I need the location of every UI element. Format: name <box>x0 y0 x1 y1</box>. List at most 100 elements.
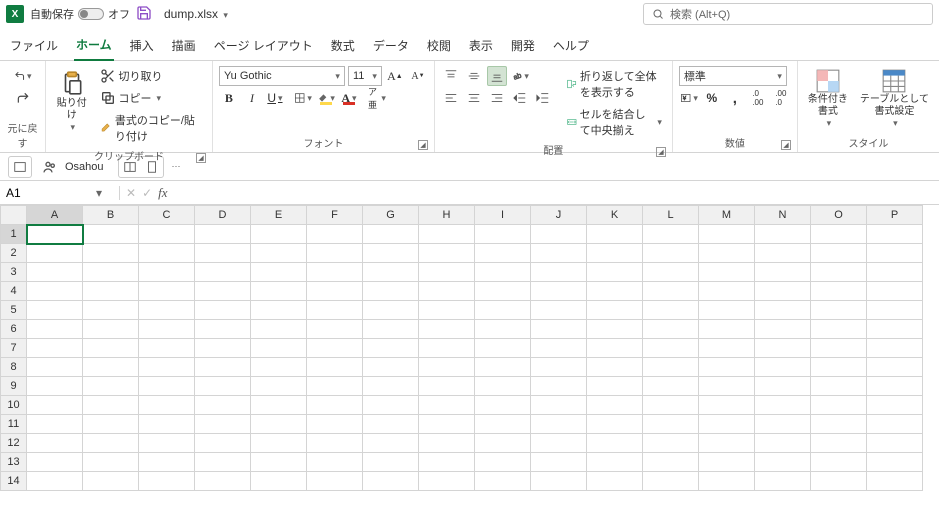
cell-K1[interactable] <box>587 225 643 244</box>
tab-home[interactable]: ホーム <box>74 32 114 61</box>
cell-O11[interactable] <box>811 415 867 434</box>
cell-D14[interactable] <box>195 472 251 491</box>
cell-C4[interactable] <box>139 282 195 301</box>
name-box-dropdown[interactable]: ▾ <box>90 186 108 200</box>
font-size-combo[interactable]: 11▾ <box>348 66 382 86</box>
decrease-decimal-button[interactable]: .00.0 <box>771 88 791 108</box>
row-header-9[interactable]: 9 <box>1 377 27 396</box>
cell-C11[interactable] <box>139 415 195 434</box>
cell-M12[interactable] <box>699 434 755 453</box>
cell-G10[interactable] <box>363 396 419 415</box>
cell-H6[interactable] <box>419 320 475 339</box>
cell-N13[interactable] <box>755 453 811 472</box>
cell-F7[interactable] <box>307 339 363 358</box>
cell-B2[interactable] <box>83 244 139 263</box>
align-top-button[interactable] <box>441 66 461 86</box>
cell-F12[interactable] <box>307 434 363 453</box>
align-right-button[interactable] <box>487 88 507 108</box>
cell-L5[interactable] <box>643 301 699 320</box>
cell-H8[interactable] <box>419 358 475 377</box>
cell-P14[interactable] <box>867 472 923 491</box>
cell-E1[interactable] <box>251 225 307 244</box>
bold-button[interactable]: B <box>219 88 239 108</box>
col-header-P[interactable]: P <box>867 206 923 225</box>
cell-B7[interactable] <box>83 339 139 358</box>
cell-M13[interactable] <box>699 453 755 472</box>
cell-L6[interactable] <box>643 320 699 339</box>
italic-button[interactable]: I <box>242 88 262 108</box>
cell-J8[interactable] <box>531 358 587 377</box>
cell-C12[interactable] <box>139 434 195 453</box>
cell-N4[interactable] <box>755 282 811 301</box>
cell-H12[interactable] <box>419 434 475 453</box>
cell-O1[interactable] <box>811 225 867 244</box>
cell-N12[interactable] <box>755 434 811 453</box>
cell-B4[interactable] <box>83 282 139 301</box>
cell-P1[interactable] <box>867 225 923 244</box>
cell-J10[interactable] <box>531 396 587 415</box>
increase-decimal-button[interactable]: .0.00 <box>748 88 768 108</box>
cell-D11[interactable] <box>195 415 251 434</box>
cell-C2[interactable] <box>139 244 195 263</box>
col-header-K[interactable]: K <box>587 206 643 225</box>
fx-button[interactable]: fx <box>158 185 167 201</box>
font-color-button[interactable]: A▾ <box>339 88 359 108</box>
cell-G7[interactable] <box>363 339 419 358</box>
cell-B11[interactable] <box>83 415 139 434</box>
cell-B8[interactable] <box>83 358 139 377</box>
cell-B14[interactable] <box>83 472 139 491</box>
cell-B12[interactable] <box>83 434 139 453</box>
conditional-format-button[interactable]: 条件付き 書式▾ <box>804 66 852 131</box>
copy-button[interactable]: コピー▾ <box>96 88 206 108</box>
cell-I13[interactable] <box>475 453 531 472</box>
cell-M4[interactable] <box>699 282 755 301</box>
orientation-button[interactable]: ab▾ <box>510 66 530 86</box>
cell-E10[interactable] <box>251 396 307 415</box>
tab-data[interactable]: データ <box>371 33 411 60</box>
cell-D8[interactable] <box>195 358 251 377</box>
align-center-button[interactable] <box>464 88 484 108</box>
cell-I2[interactable] <box>475 244 531 263</box>
number-format-combo[interactable]: 標準▾ <box>679 66 787 86</box>
cell-J14[interactable] <box>531 472 587 491</box>
cell-J1[interactable] <box>531 225 587 244</box>
percent-button[interactable]: % <box>702 88 722 108</box>
cell-N10[interactable] <box>755 396 811 415</box>
cell-G13[interactable] <box>363 453 419 472</box>
cell-L12[interactable] <box>643 434 699 453</box>
decrease-font-button[interactable]: A▼ <box>408 66 428 86</box>
cell-A2[interactable] <box>27 244 83 263</box>
cell-G11[interactable] <box>363 415 419 434</box>
cell-B5[interactable] <box>83 301 139 320</box>
cell-K12[interactable] <box>587 434 643 453</box>
cell-K8[interactable] <box>587 358 643 377</box>
cell-M6[interactable] <box>699 320 755 339</box>
cell-O13[interactable] <box>811 453 867 472</box>
align-middle-button[interactable] <box>464 66 484 86</box>
cell-N8[interactable] <box>755 358 811 377</box>
cell-M2[interactable] <box>699 244 755 263</box>
cell-K6[interactable] <box>587 320 643 339</box>
cell-D10[interactable] <box>195 396 251 415</box>
cell-F8[interactable] <box>307 358 363 377</box>
cell-N6[interactable] <box>755 320 811 339</box>
cell-H11[interactable] <box>419 415 475 434</box>
cell-E4[interactable] <box>251 282 307 301</box>
cell-G3[interactable] <box>363 263 419 282</box>
cell-L10[interactable] <box>643 396 699 415</box>
cell-J13[interactable] <box>531 453 587 472</box>
select-all-corner[interactable] <box>1 206 27 225</box>
cell-C9[interactable] <box>139 377 195 396</box>
cell-M8[interactable] <box>699 358 755 377</box>
tab-draw[interactable]: 描画 <box>170 33 198 60</box>
cell-H1[interactable] <box>419 225 475 244</box>
row-header-12[interactable]: 12 <box>1 434 27 453</box>
align-bottom-button[interactable] <box>487 66 507 86</box>
undo-button[interactable]: ▾ <box>13 66 33 86</box>
cell-F6[interactable] <box>307 320 363 339</box>
cell-G1[interactable] <box>363 225 419 244</box>
cell-L11[interactable] <box>643 415 699 434</box>
cell-E5[interactable] <box>251 301 307 320</box>
col-header-J[interactable]: J <box>531 206 587 225</box>
cell-P12[interactable] <box>867 434 923 453</box>
